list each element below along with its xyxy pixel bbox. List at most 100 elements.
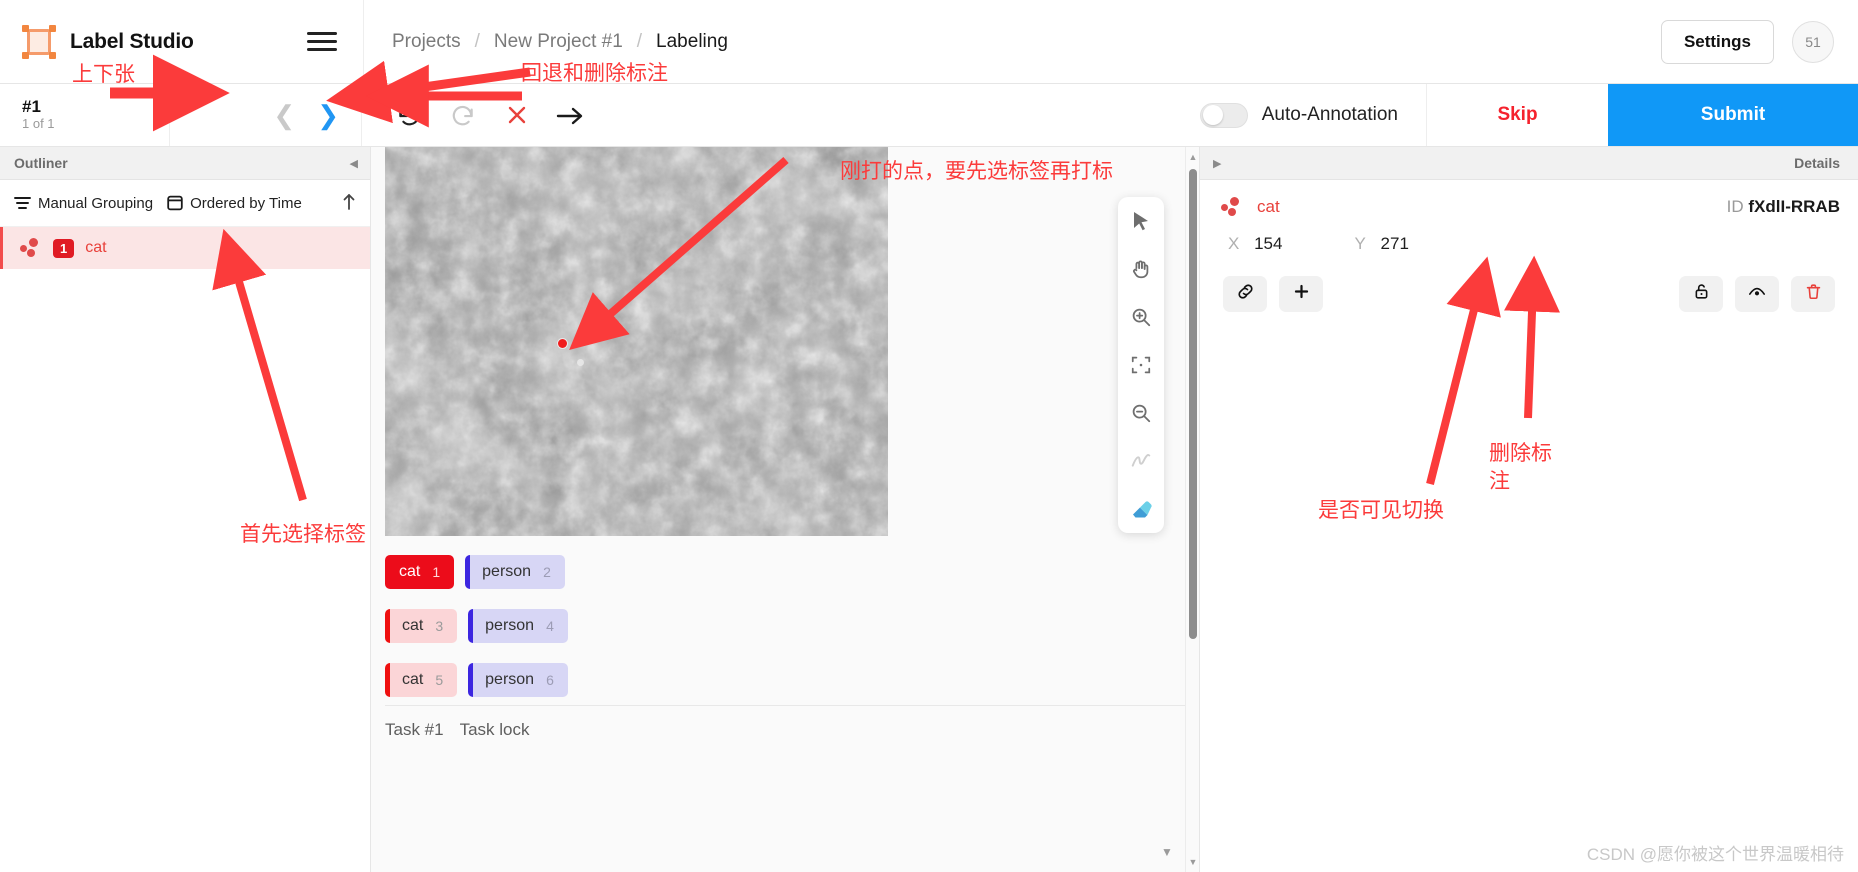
y-value[interactable]: 271 <box>1381 234 1409 253</box>
task-indicator: #1 1 of 1 <box>0 84 170 146</box>
keypoint-icon <box>20 237 42 259</box>
chevron-down-icon[interactable]: ▼ <box>1150 832 1184 872</box>
hand-icon[interactable] <box>1125 253 1157 285</box>
details-action-buttons <box>1200 254 1858 312</box>
label-hotkey: 5 <box>435 672 444 688</box>
manual-grouping-label: Manual Grouping <box>38 194 154 212</box>
keypoint-icon <box>1221 196 1243 218</box>
label-text: cat <box>399 563 421 580</box>
details-panel: ▶ Details cat ID fXdlI-RRAB X 154 Y 271 <box>1199 147 1858 872</box>
keypoint-marker[interactable] <box>558 339 567 348</box>
auto-annotation-control: Auto-Annotation <box>1199 84 1426 146</box>
label-row: cat 3 person 4 <box>385 609 568 643</box>
trash-icon <box>1804 282 1823 306</box>
scroll-up-arrow-icon[interactable]: ▲ <box>1187 149 1199 165</box>
task-count-badge[interactable]: 51 <box>1792 20 1834 63</box>
outliner-header: Outliner ◀ <box>0 147 370 180</box>
label-button-person-4[interactable]: person 4 <box>468 609 568 643</box>
link-icon <box>1236 282 1255 306</box>
task-number: #1 <box>22 96 41 116</box>
outliner-title: Outliner <box>14 155 68 171</box>
skip-button[interactable]: Skip <box>1426 84 1608 146</box>
brand-area: Label Studio <box>0 0 364 84</box>
label-hotkey: 3 <box>435 618 444 634</box>
submit-button[interactable]: Submit <box>1608 84 1858 146</box>
delete-all-annotations-icon[interactable] <box>500 98 534 132</box>
details-region-summary: cat ID fXdlI-RRAB <box>1200 180 1858 218</box>
history-tools <box>362 84 588 146</box>
breadcrumb-project[interactable]: New Project #1 <box>494 31 623 53</box>
outliner-controls: Manual Grouping Ordered by Time <box>0 180 370 227</box>
csdn-watermark: CSDN @愿你被这个世界温暖相待 <box>1586 844 1844 864</box>
annotated-image[interactable] <box>385 147 888 536</box>
keypoint-highlight <box>577 359 584 366</box>
outliner-region-row[interactable]: 1 cat <box>0 227 370 269</box>
magnifier-plus-icon[interactable] <box>1125 301 1157 333</box>
add-meta-button[interactable] <box>1279 276 1323 312</box>
create-relation-button[interactable] <box>1223 276 1267 312</box>
toggle-visibility-button[interactable] <box>1735 276 1779 312</box>
labeling-canvas-area: cat 1 person 2 cat 3 person 4 cat 5 pers… <box>371 147 1199 872</box>
delete-region-button[interactable] <box>1791 276 1835 312</box>
label-hotkey: 2 <box>543 564 551 580</box>
bottom-status-strip: ▼ CSDN @愿你被这个世界温暖相待 <box>1161 832 1858 872</box>
eye-icon <box>1747 282 1767 307</box>
breadcrumb-projects[interactable]: Projects <box>392 31 461 53</box>
chevron-right-icon[interactable]: ❯ <box>317 102 339 128</box>
ordering-box-icon <box>167 195 183 211</box>
outliner-panel: Outliner ◀ Manual Grouping Ordered by Ti… <box>0 147 371 872</box>
settings-button[interactable]: Settings <box>1660 19 1774 64</box>
relation-icon[interactable] <box>554 98 588 132</box>
scrollbar-thumb[interactable] <box>1189 169 1197 639</box>
lock-region-button[interactable] <box>1679 276 1723 312</box>
chevron-left-icon[interactable]: ❮ <box>273 102 295 128</box>
label-button-cat-1[interactable]: cat 1 <box>385 555 455 589</box>
ordered-by-time-label: Ordered by Time <box>190 194 302 212</box>
scroll-down-arrow-icon[interactable]: ▼ <box>1187 854 1199 870</box>
eraser-icon[interactable] <box>1125 493 1157 525</box>
label-button-person-6[interactable]: person 6 <box>468 663 568 697</box>
collapse-left-icon[interactable]: ◀ <box>350 157 358 170</box>
details-region-id: ID fXdlI-RRAB <box>1727 197 1840 217</box>
label-studio-labeling-page: Label Studio Projects / New Project #1 /… <box>0 0 1858 872</box>
x-key: X <box>1228 234 1240 253</box>
breadcrumb-separator: / <box>474 30 480 52</box>
canvas-scrollbar[interactable]: ▲ ▼ <box>1185 147 1199 872</box>
grouping-lines-icon <box>14 196 31 210</box>
magnifier-minus-icon[interactable] <box>1125 397 1157 429</box>
brush-icon[interactable] <box>1125 445 1157 477</box>
breadcrumb-separator-2: / <box>636 30 643 52</box>
brand-name: Label Studio <box>70 29 194 53</box>
coordinate-y: Y 271 <box>1354 234 1408 254</box>
x-value[interactable]: 154 <box>1254 234 1282 253</box>
auto-annotation-toggle[interactable] <box>1199 102 1248 128</box>
label-text: cat <box>402 617 424 634</box>
label-button-person-2[interactable]: person 2 <box>465 555 565 589</box>
id-value: fXdlI-RRAB <box>1748 197 1840 216</box>
region-label: cat <box>85 239 107 256</box>
hamburger-menu-icon[interactable] <box>307 27 337 56</box>
breadcrumb-current: Labeling <box>656 30 728 52</box>
manual-grouping-button[interactable]: Manual Grouping <box>14 195 153 212</box>
image-texture <box>385 147 888 536</box>
task-position: 1 of 1 <box>22 116 55 132</box>
details-coordinates: X 154 Y 271 <box>1200 218 1858 254</box>
label-button-cat-5[interactable]: cat 5 <box>385 663 458 697</box>
label-text: person <box>485 617 535 634</box>
details-region-label: cat <box>1257 197 1280 216</box>
label-hotkey: 6 <box>546 672 554 688</box>
undo-icon[interactable] <box>392 98 426 132</box>
fit-to-screen-icon[interactable] <box>1125 349 1157 381</box>
label-row: cat 5 person 6 <box>385 663 568 697</box>
sort-ascending-arrow-icon[interactable] <box>342 193 356 214</box>
label-selector: cat 1 person 2 cat 3 person 4 cat 5 pers… <box>385 555 568 717</box>
details-header: ▶ Details <box>1200 147 1858 180</box>
id-key: ID <box>1726 197 1744 216</box>
label-button-cat-3[interactable]: cat 3 <box>385 609 458 643</box>
expand-right-icon[interactable]: ▶ <box>1213 157 1221 170</box>
ordered-by-time-button[interactable]: Ordered by Time <box>167 195 302 212</box>
cursor-arrow-icon[interactable] <box>1125 205 1157 237</box>
label-text: cat <box>402 671 424 688</box>
task-lock-text: Task lock <box>459 720 530 739</box>
redo-icon[interactable] <box>446 98 480 132</box>
